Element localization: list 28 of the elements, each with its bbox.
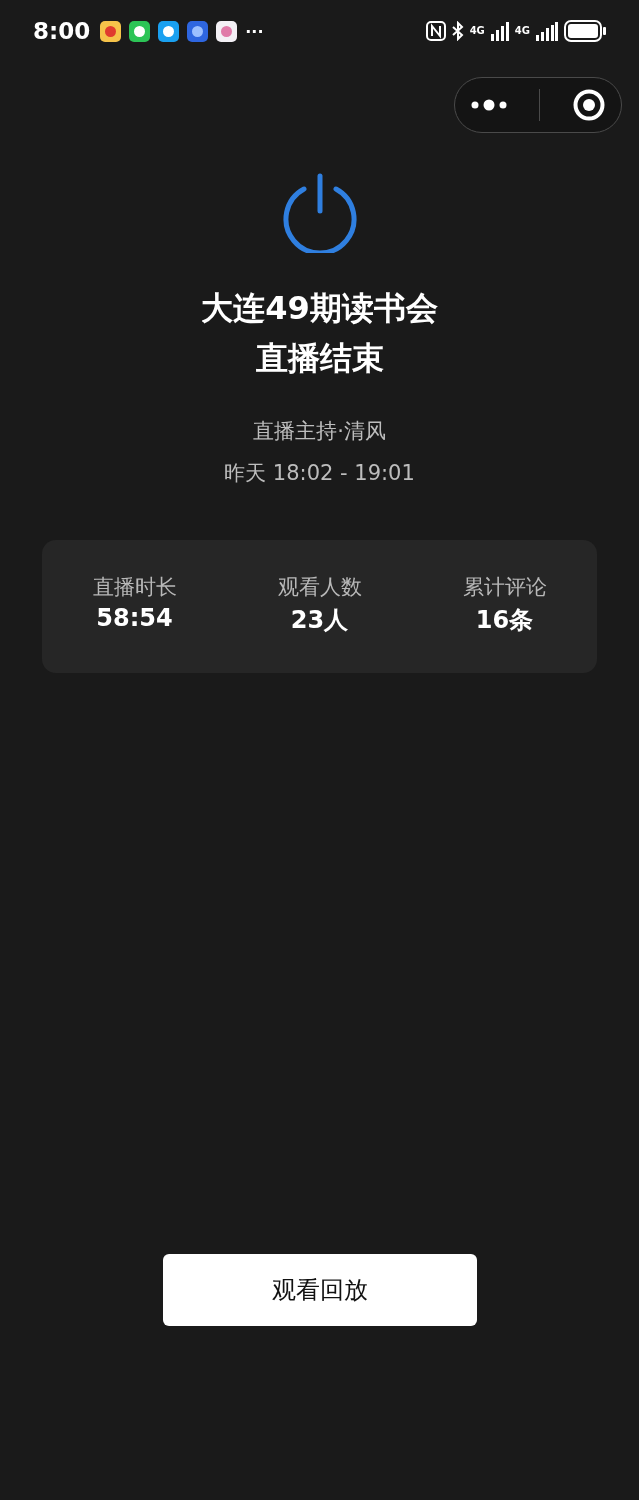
time-range: 昨天 18:02 - 19:01 bbox=[224, 460, 415, 487]
stat-value: 16条 bbox=[475, 605, 534, 636]
stat-value: 58:54 bbox=[96, 604, 173, 632]
power-icon bbox=[281, 173, 358, 253]
stat-label: 直播时长 bbox=[92, 574, 177, 601]
clock-time: 8:00 bbox=[33, 18, 91, 44]
replay-button[interactable]: 观看回放 bbox=[162, 1254, 477, 1326]
stat-value: 23人 bbox=[290, 605, 349, 636]
app-icon bbox=[216, 20, 238, 42]
close-icon[interactable] bbox=[572, 89, 605, 121]
host-name: 直播主持·清风 bbox=[253, 418, 386, 445]
stat-label: 累计评论 bbox=[462, 574, 547, 601]
live-title: 大连49期读书会 bbox=[201, 288, 438, 329]
network-type: 4G bbox=[514, 26, 530, 36]
app-icon bbox=[187, 20, 209, 42]
app-icon bbox=[158, 20, 180, 42]
network-type: 4G bbox=[469, 26, 485, 36]
more-icon[interactable] bbox=[471, 98, 508, 112]
stat-label: 观看人数 bbox=[277, 574, 362, 601]
signal-icon bbox=[490, 21, 509, 41]
more-notifications: ··· bbox=[245, 21, 264, 41]
app-icon bbox=[129, 20, 151, 42]
battery-icon bbox=[564, 20, 606, 42]
nfc-icon bbox=[425, 21, 446, 41]
bluetooth-icon bbox=[451, 21, 464, 41]
app-icon bbox=[100, 20, 122, 42]
live-title: 直播结束 bbox=[255, 338, 384, 379]
signal-icon bbox=[536, 21, 558, 41]
